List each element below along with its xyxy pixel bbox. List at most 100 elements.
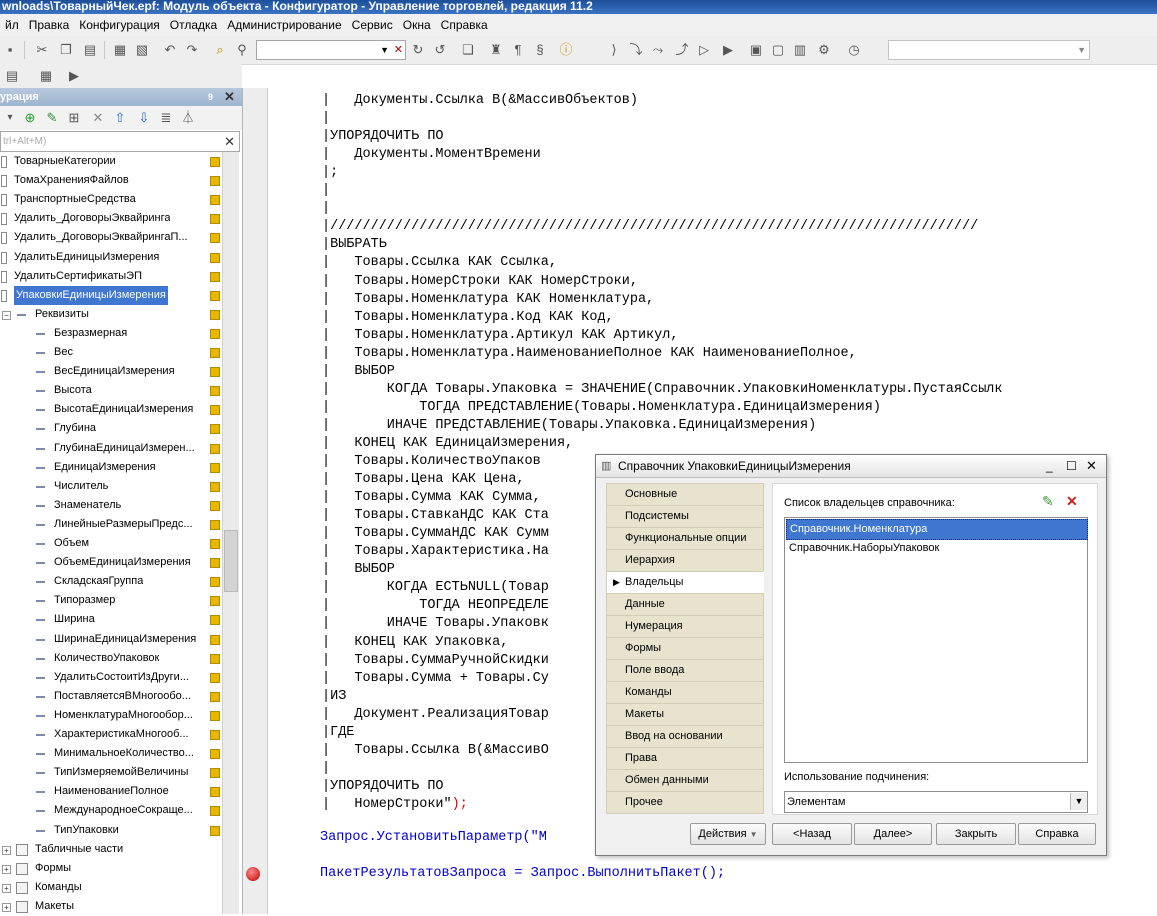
nav-tab[interactable]: Нумерация	[606, 615, 764, 638]
minimize-icon[interactable]: _	[1046, 455, 1053, 477]
debug-step-icon[interactable]: ⟩	[606, 42, 622, 58]
debug-continue-icon[interactable]: ▶	[720, 42, 736, 58]
menu-edit[interactable]: Правка	[24, 14, 75, 36]
tree-item[interactable]: Знаменатель	[0, 496, 220, 515]
context-select[interactable]: ▼	[888, 40, 1090, 60]
nav-tab[interactable]: Основные	[606, 483, 764, 506]
edit-owners-icon[interactable]: ✎	[1042, 493, 1054, 510]
chevron-down-icon[interactable]: ▼	[1077, 41, 1086, 59]
clock-icon[interactable]: ◷	[846, 42, 862, 58]
table-icon[interactable]: ▦	[38, 68, 54, 84]
chevron-down-icon[interactable]: ▼	[1070, 793, 1087, 810]
nav-tab[interactable]: Подсистемы	[606, 505, 764, 528]
nav-tab[interactable]: Обмен данными	[606, 769, 764, 792]
tree-item[interactable]: + Макеты	[0, 897, 220, 916]
redo-icon[interactable]: ↷	[184, 42, 200, 58]
editor-gutter[interactable]	[243, 88, 268, 914]
breakpoint-icon[interactable]	[246, 867, 260, 881]
search-icon[interactable]: ⚲	[234, 42, 250, 58]
tree-item[interactable]: − Реквизиты	[0, 305, 220, 324]
tree-item[interactable]: + Табличные части	[0, 840, 220, 859]
save-icon[interactable]: ▪	[2, 42, 18, 58]
nav-tab[interactable]: Прочее	[606, 791, 764, 814]
chevron-down-icon[interactable]: ▼	[380, 41, 389, 59]
module-icon[interactable]: §	[532, 42, 548, 58]
delete-icon[interactable]: ✕	[90, 110, 106, 126]
close-icon[interactable]: ✕	[1086, 455, 1097, 477]
menu-configuration[interactable]: Конфигурация	[74, 14, 165, 36]
pin-icon[interactable]: 9	[208, 88, 213, 106]
delete-owner-icon[interactable]: ✕	[1066, 493, 1078, 510]
tree-item[interactable]: Ширина	[0, 610, 220, 629]
tree-item[interactable]: ХарактеристикаМногооб...	[0, 725, 220, 744]
expand-icon[interactable]: +	[2, 865, 11, 874]
print-icon[interactable]: ▦	[112, 42, 128, 58]
menu-administration[interactable]: Администрирование	[222, 14, 346, 36]
tree-item[interactable]: Удалить_ДоговорыЭквайрингаП...	[0, 228, 220, 247]
run-icon[interactable]: ▶	[66, 68, 82, 84]
nav-tab[interactable]: Функциональные опции	[606, 527, 764, 550]
owners-list[interactable]: Справочник.Номенклатура Справочник.Наборы…	[784, 517, 1088, 763]
print-preview-icon[interactable]: ▧	[134, 42, 150, 58]
back-button[interactable]: <Назад	[772, 823, 852, 845]
move-down-icon[interactable]: ⇩	[136, 110, 152, 126]
collapse-icon[interactable]: −	[2, 311, 11, 320]
grid-icon[interactable]: ▤	[4, 68, 20, 84]
tree-item[interactable]: ЕдиницаИзмерения	[0, 458, 220, 477]
tree-item[interactable]: Числитель	[0, 477, 220, 496]
expand-icon[interactable]: +	[2, 846, 11, 855]
nav-tab[interactable]: Поле ввода	[606, 659, 764, 682]
tree-item[interactable]: ТипУпаковки	[0, 821, 220, 840]
tree-item[interactable]: ТипИзмеряемойВеличины	[0, 763, 220, 782]
nav-tab[interactable]: Формы	[606, 637, 764, 660]
tree-item[interactable]: КоличествоУпаковок	[0, 649, 220, 668]
tree-item[interactable]: УдалитьСертификатыЭП	[0, 267, 220, 286]
nav-tab[interactable]: Макеты	[606, 703, 764, 726]
find-next-icon[interactable]: ↻	[410, 42, 426, 58]
tree-item[interactable]: УпаковкиЕдиницыИзмерения	[0, 286, 220, 305]
tree-item[interactable]: Высота	[0, 381, 220, 400]
tree-item[interactable]: МинимальноеКоличество...	[0, 744, 220, 763]
add-icon[interactable]: ⊕	[22, 110, 38, 126]
tree-item[interactable]: МеждународноеСокраще...	[0, 801, 220, 820]
maximize-icon[interactable]: ☐	[1066, 455, 1077, 477]
expand-icon[interactable]: +	[2, 884, 11, 893]
paste-icon[interactable]: ▤	[82, 42, 98, 58]
search-input[interactable]: ▼ ✕	[256, 40, 406, 60]
debug-step-over-icon[interactable]: ⤳	[650, 42, 666, 58]
tree-item[interactable]: ОбъемЕдиницаИзмерения	[0, 553, 220, 572]
nav-tab[interactable]: Данные	[606, 593, 764, 616]
tree-item[interactable]: Безразмерная	[0, 324, 220, 343]
tree-item[interactable]: + Формы	[0, 859, 220, 878]
menu-debug[interactable]: Отладка	[165, 14, 222, 36]
add-child-icon[interactable]: ⊞	[66, 110, 82, 126]
tree-item[interactable]: ЛинейныеРазмерыПредс...	[0, 515, 220, 534]
tree-item[interactable]: Типоразмер	[0, 591, 220, 610]
undo-icon[interactable]: ↶	[162, 42, 178, 58]
owner-list-item[interactable]: Справочник.Номенклатура	[786, 519, 1088, 540]
close-button[interactable]: Закрыть	[936, 823, 1016, 845]
tree-item[interactable]: ВесЕдиницаИзмерения	[0, 362, 220, 381]
tree-item[interactable]: Глубина	[0, 419, 220, 438]
open-form-icon[interactable]: ▣	[748, 42, 764, 58]
menu-service[interactable]: Сервис	[347, 14, 398, 36]
find-icon[interactable]: ⌕	[212, 42, 228, 58]
info-icon[interactable]: ⓘ	[558, 42, 574, 58]
nav-tab[interactable]: Иерархия	[606, 549, 764, 572]
tree-item[interactable]: ПоставляетсяВМногообо...	[0, 687, 220, 706]
tree-item[interactable]: Объем	[0, 534, 220, 553]
find-previous-icon[interactable]: ↺	[432, 42, 448, 58]
tree-item[interactable]: ТоварныеКатегории	[0, 152, 220, 171]
debug-run-to-cursor-icon[interactable]: ▷	[696, 42, 712, 58]
menu-windows[interactable]: Окна	[398, 14, 436, 36]
debug-step-into-icon[interactable]: ⤵	[628, 42, 644, 58]
tree-item[interactable]: ТранспортныеСредства	[0, 190, 220, 209]
clear-search-icon[interactable]: ✕	[224, 132, 235, 151]
sort-icon[interactable]: ≣	[158, 110, 174, 126]
query-builder-icon[interactable]: ¶	[510, 42, 526, 58]
move-up-icon[interactable]: ⇧	[112, 110, 128, 126]
window-list-icon[interactable]: ▥	[792, 42, 808, 58]
tree-item[interactable]: НаименованиеПолное	[0, 782, 220, 801]
edit-icon[interactable]: ✎	[44, 110, 60, 126]
help-button[interactable]: Справка	[1018, 823, 1096, 845]
